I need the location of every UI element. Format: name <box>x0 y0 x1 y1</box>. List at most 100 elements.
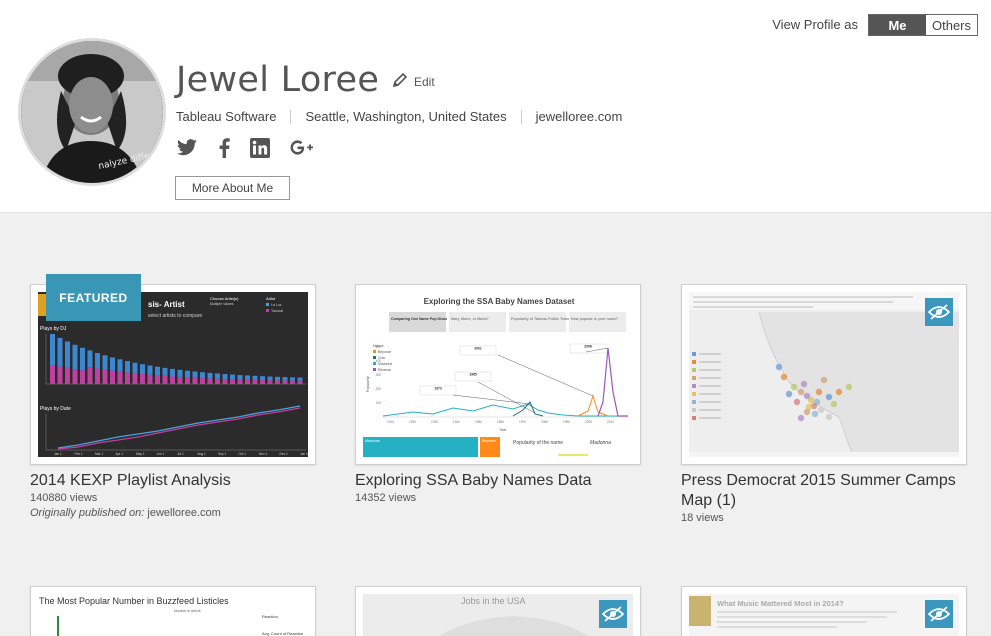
camps-legend-swatch <box>692 360 696 364</box>
kexp-bar-segment <box>170 376 175 384</box>
camps-legend-line <box>699 377 721 379</box>
published-site: jewelloree.com <box>147 507 221 519</box>
twitter-icon[interactable] <box>176 139 198 157</box>
ssa-legend-swatch <box>373 350 376 353</box>
buzzfeed-title: The Most Popular Number in Buzzfeed List… <box>39 596 229 606</box>
kexp-bar-segment <box>65 341 70 368</box>
view-as-others-button[interactable]: Others <box>926 15 977 35</box>
kexp-bar-segment <box>260 376 265 381</box>
view-count: 140880 views <box>30 492 98 504</box>
kexp-bar-segment <box>207 378 213 384</box>
edit-button[interactable]: Edit <box>392 72 435 91</box>
ssa-legend-swatch <box>373 368 376 371</box>
kexp-bar-segment <box>275 380 280 384</box>
kexp-bar-segment <box>297 380 303 384</box>
divider <box>520 109 522 124</box>
ssa-viz-preview: Exploring the SSA Baby Names Dataset Com… <box>363 292 633 457</box>
kexp-bar-segment <box>185 370 190 378</box>
view-as-me-button[interactable]: Me <box>869 15 926 35</box>
ssa-bottom-left: Madonna <box>365 439 380 443</box>
kexp-bar-segment <box>222 374 228 380</box>
kexp-bar-segment <box>147 374 153 384</box>
kexp-bar-segment <box>267 376 273 381</box>
location: Seattle, Washington, United States <box>305 109 507 124</box>
camps-legend-swatch <box>692 352 696 356</box>
kexp-bar-segment <box>57 337 63 367</box>
kexp-bar-segment <box>177 369 183 377</box>
ssa-legend-item: Rihanna <box>378 368 391 372</box>
kexp-bar-segment <box>267 380 273 384</box>
camps-legend-swatch <box>692 368 696 372</box>
kexp-filter-label: Choose Artist(s) <box>210 296 239 301</box>
jobs-title: Jobs in the USA <box>461 596 526 606</box>
kexp-axis-tick: Apr 1 <box>116 452 124 456</box>
website-link[interactable]: jewelloree.com <box>536 109 623 124</box>
kexp-bar-segment <box>275 376 280 381</box>
kexp-bar-segment <box>207 372 213 379</box>
viz-title-link[interactable]: Exploring SSA Baby Names Data <box>355 471 641 491</box>
kexp-bar-segment <box>162 375 168 384</box>
ssa-x-tick: 1980 <box>541 420 548 424</box>
kexp-bar-segment <box>282 380 288 384</box>
ssa-popularity-name: Madonna <box>590 440 611 446</box>
profile-name: Jewel Loree <box>176 60 380 100</box>
camps-dot <box>780 373 788 381</box>
avatar: nalyze different. <box>18 38 166 186</box>
kexp-axis-tick: Jan 1 <box>300 452 308 456</box>
kexp-legend-item: Tacocat <box>271 309 283 313</box>
ssa-bottom-right: Beyonce <box>482 439 496 443</box>
kexp-bar-segment <box>132 362 138 374</box>
kexp-title: sis- Artist <box>148 300 185 309</box>
kexp-bar-segment <box>237 379 243 384</box>
camps-legend-swatch <box>692 416 696 420</box>
kexp-panel2-title: Plays by Date <box>40 406 71 412</box>
ssa-x-tick: 1960 <box>497 420 504 424</box>
kexp-bar-segment <box>57 366 63 384</box>
hidden-eye-icon <box>925 600 953 628</box>
kexp-bar-segment <box>200 372 205 379</box>
viz-thumbnail[interactable] <box>681 284 967 465</box>
ssa-popularity-label: Popularity of the name <box>513 440 563 446</box>
kexp-bar-segment <box>140 374 145 384</box>
facebook-icon[interactable] <box>218 138 230 158</box>
more-about-me-button[interactable]: More About Me <box>175 176 290 200</box>
camps-dot <box>820 376 828 384</box>
ssa-legend-item: Beyonce <box>378 350 391 354</box>
kexp-axis-tick: Sep 1 <box>218 452 227 456</box>
buzzfeed-viz-preview: The Most Popular Number in Buzzfeed List… <box>38 594 308 636</box>
kexp-bar-segment <box>252 379 258 384</box>
kexp-bar-segment <box>102 369 108 384</box>
viz-thumbnail[interactable]: The Most Popular Number in Buzzfeed List… <box>30 586 316 636</box>
kexp-bar-segment <box>230 379 235 384</box>
kexp-axis-tick: Jun 1 <box>157 452 165 456</box>
kexp-bar-segment <box>110 370 115 384</box>
kexp-axis-tick: May 1 <box>136 452 145 456</box>
kexp-bar-segment <box>110 357 115 371</box>
viz-title-link[interactable]: Press Democrat 2015 Summer Camps Map (1) <box>681 471 967 511</box>
kexp-bar-segment <box>170 368 175 377</box>
kexp-axis-tick: Jan 1 <box>54 452 62 456</box>
google-plus-icon[interactable] <box>290 138 314 158</box>
ssa-x-tick: 1940 <box>453 420 460 424</box>
profile-meta: Tableau Software Seattle, Washington, Un… <box>176 109 622 124</box>
kexp-bar-segment <box>177 376 183 384</box>
viz-card: Jobs in the USA <box>355 586 641 636</box>
kexp-bar-segment <box>87 367 93 384</box>
viz-title-link[interactable]: 2014 KEXP Playlist Analysis <box>30 471 316 491</box>
viz-thumbnail[interactable]: Jobs in the USA <box>355 586 641 636</box>
kexp-bar-segment <box>290 380 295 384</box>
camps-map-preview <box>689 292 959 457</box>
camps-dot <box>790 383 798 391</box>
viz-thumbnail[interactable]: Exploring the SSA Baby Names Dataset Com… <box>355 284 641 465</box>
kexp-subtitle: select artists to compare <box>148 313 202 319</box>
linkedin-icon[interactable] <box>250 138 270 158</box>
pencil-icon <box>392 72 408 91</box>
viz-thumbnail[interactable]: What Music Mattered Most in 2014? <box>681 586 967 636</box>
ssa-x-tick: 1920 <box>409 420 416 424</box>
camps-dot <box>797 414 805 422</box>
kexp-bar-segment <box>192 371 198 378</box>
ssa-x-tick: 2000 <box>585 420 592 424</box>
ssa-y-label: Popularity <box>366 376 370 392</box>
camps-legend-swatch <box>692 408 696 412</box>
kexp-bar-segment <box>125 372 130 384</box>
